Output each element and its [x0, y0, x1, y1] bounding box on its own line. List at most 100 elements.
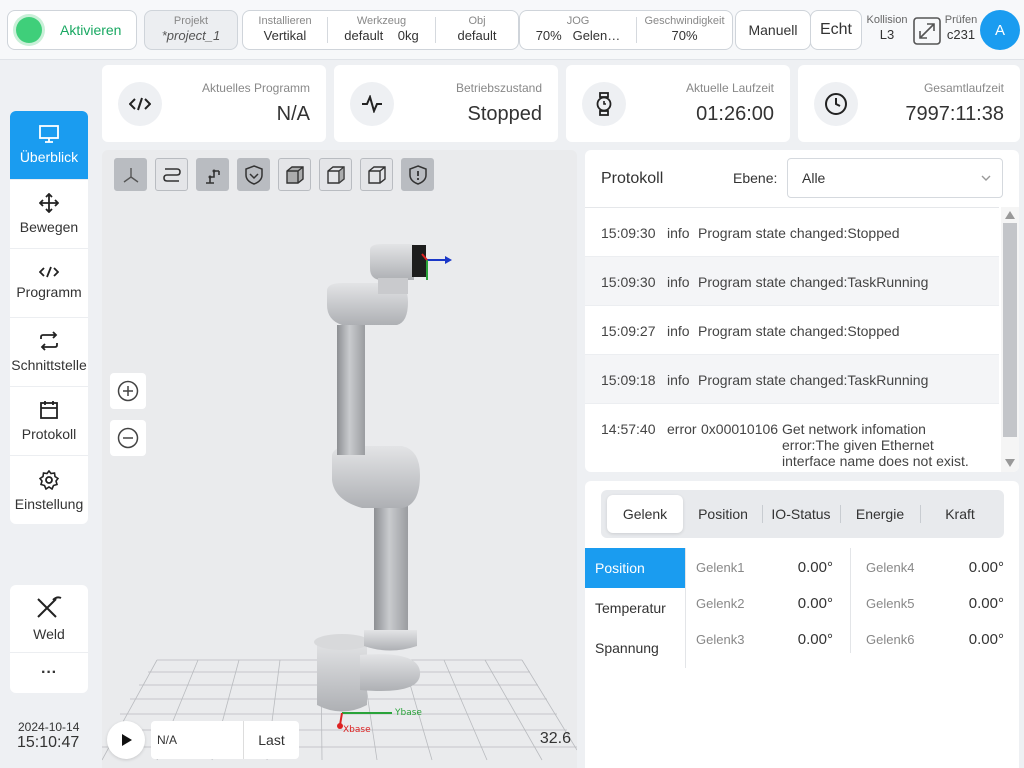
install-value: Vertikal [263, 28, 307, 43]
sidebar-item-overview[interactable]: Überblick [10, 111, 88, 180]
joint-label: Gelenk5 [866, 596, 915, 611]
log-row: 14:57:40 error 0x00010106 Get network in… [585, 404, 999, 472]
robot-3d-viewport[interactable]: Ybase Xbase N/A Last 32.6 [102, 150, 577, 768]
log-row: 15:09:30 info Program state changed:Stop… [585, 208, 999, 257]
joint-value: 0.00° [968, 631, 1004, 648]
sidebar-item-settings[interactable]: Einstellung [10, 456, 88, 524]
log-scrollbar[interactable] [1001, 207, 1019, 472]
sidebar-item-label: Programm [16, 284, 82, 300]
subnav-temperature[interactable]: Temperatur [585, 588, 685, 628]
tool-weight: 0kg [397, 28, 419, 43]
log-message: Get network infomation error:The given E… [782, 421, 969, 472]
sidebar-item-log[interactable]: Protokoll [10, 387, 88, 456]
obj-key: Obj [468, 15, 486, 27]
tab-force[interactable]: Kraft [921, 495, 999, 533]
card-value: N/A [276, 103, 310, 125]
clock-icon [814, 82, 858, 126]
log-level: info [667, 372, 690, 388]
status-dot-icon [16, 17, 42, 43]
log-list[interactable]: 15:09:30 info Program state changed:Stop… [585, 207, 999, 472]
scrollbar-thumb[interactable] [1003, 223, 1017, 437]
sidebar-plugins: Weld ··· [10, 585, 88, 693]
sidebar-item-label: Protokoll [21, 426, 77, 442]
project-key: Projekt [173, 15, 209, 27]
log-level-select[interactable]: Alle [787, 158, 1003, 198]
jog-selector[interactable]: JOG 70% Gelen… [520, 11, 636, 49]
log-time: 15:09:27 [601, 323, 656, 339]
project-selector[interactable]: Projekt *project_1 [144, 10, 238, 50]
log-level-label: Ebene: [733, 170, 778, 186]
scroll-up-icon[interactable] [1004, 210, 1016, 220]
joint-label: Gelenk2 [696, 596, 745, 611]
user-avatar[interactable]: A [980, 10, 1020, 50]
play-button[interactable] [107, 721, 145, 759]
collision-value: L3 [879, 27, 895, 42]
joint-value: 0.00° [968, 559, 1004, 576]
sidebar-item-label: Einstellung [14, 495, 84, 512]
speed-value: 70% [671, 28, 698, 43]
card-total-runtime: Gesamtlaufzeit 7997:11:38 [798, 65, 1020, 142]
log-message: Program state changed:TaskRunning [698, 372, 929, 388]
activate-button[interactable]: Aktivieren [7, 10, 137, 50]
code-icon [118, 82, 162, 126]
card-current-program: Aktuelles Programm N/A [102, 65, 326, 142]
sidebar-item-label: Schnittstelle [11, 357, 87, 373]
log-message: Program state changed:Stopped [698, 323, 900, 339]
joint-value: 0.00° [968, 595, 1004, 612]
log-row: 15:09:27 info Program state changed:Stop… [585, 306, 999, 355]
activate-label: Aktivieren [60, 22, 122, 38]
joint-label: Gelenk1 [696, 560, 745, 575]
tool-key: Werkzeug [356, 15, 407, 27]
more-button[interactable]: ··· [10, 653, 88, 693]
card-key: Betriebszustand [455, 81, 542, 95]
log-time: 14:57:40 [601, 421, 656, 437]
sidebar-item-interface[interactable]: Schnittstelle [10, 318, 88, 387]
log-panel: Protokoll Ebene: Alle 15:09:30 info Prog… [585, 150, 1019, 472]
jog-value: 70% [535, 28, 562, 43]
axis-x-label: Xbase [343, 725, 371, 735]
log-level: info [667, 225, 690, 241]
system-time: 15:10:47 [17, 734, 80, 751]
tab-position[interactable]: Position [685, 495, 761, 533]
card-key: Aktuelle Laufzeit [685, 81, 774, 95]
tool-selector[interactable]: Werkzeug default 0kg [328, 11, 435, 49]
log-row: 15:09:18 info Program state changed:Task… [585, 355, 999, 404]
sidebar-item-weld[interactable]: Weld [10, 585, 88, 653]
code-icon [39, 266, 59, 278]
tab-joint[interactable]: Gelenk [607, 495, 683, 533]
log-level-value: Alle [802, 170, 826, 186]
log-message: Program state changed:TaskRunning [698, 274, 929, 290]
collision-level[interactable]: Kollision L3 [864, 14, 910, 52]
sidebar-item-program[interactable]: Programm [10, 249, 88, 318]
check-status[interactable]: Prüfen c231 [942, 14, 980, 52]
pulse-icon [350, 82, 394, 126]
tab-io-status[interactable]: IO-Status [763, 495, 839, 533]
speed-selector[interactable]: Geschwindigkeit 70% [637, 11, 732, 49]
robot-model: Ybase Xbase [102, 244, 577, 761]
sidebar-item-move[interactable]: Bewegen [10, 180, 88, 249]
swap-icon [40, 331, 58, 351]
expand-icon[interactable] [912, 16, 942, 46]
log-message: Program state changed:Stopped [698, 225, 900, 241]
scroll-down-icon[interactable] [1004, 458, 1016, 468]
tool-value: default [344, 28, 384, 43]
speed-key: Geschwindigkeit [644, 15, 725, 27]
real-mode-button[interactable]: Echt [810, 10, 862, 50]
manual-mode-button[interactable]: Manuell [735, 10, 811, 50]
subnav-voltage[interactable]: Spannung [585, 628, 685, 668]
log-time: 15:09:30 [601, 225, 656, 241]
fps-readout: 32.6 [539, 730, 571, 747]
install-selector[interactable]: Installieren Vertikal [243, 11, 327, 49]
card-key: Aktuelles Programm [201, 81, 310, 95]
joint-label: Gelenk4 [866, 560, 915, 575]
subnav-position[interactable]: Position [585, 548, 685, 588]
install-key: Installieren [258, 15, 312, 27]
jog-speed-group: JOG 70% Gelen… Geschwindigkeit 70% [519, 10, 733, 50]
weld-icon [37, 595, 62, 618]
check-key: Prüfen [944, 14, 978, 26]
joint-value: 0.00° [797, 559, 833, 576]
tab-energy[interactable]: Energie [841, 495, 919, 533]
collision-key: Kollision [866, 14, 908, 26]
obj-selector[interactable]: Obj default [436, 11, 518, 49]
last-button[interactable]: Last [243, 721, 299, 759]
